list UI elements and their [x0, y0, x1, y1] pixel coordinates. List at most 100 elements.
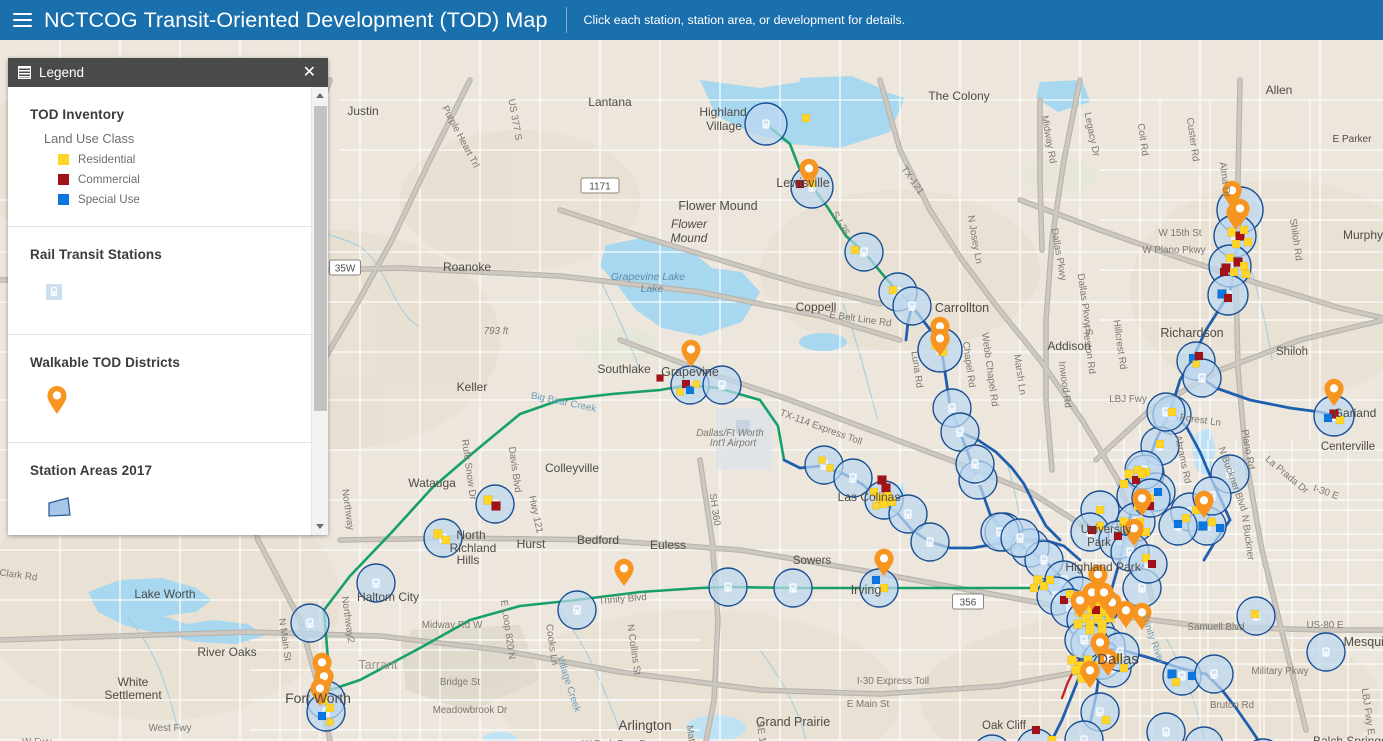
close-icon[interactable]: ✕ — [299, 63, 320, 83]
place-label: Watauga — [408, 476, 456, 490]
tod-parcel-marker[interactable] — [1137, 469, 1147, 479]
legend-group-station-areas-2017: Station Areas 2017 — [8, 442, 311, 535]
legend-panel[interactable]: Legend ✕ TOD Inventory Land Use Class Re… — [8, 58, 328, 535]
tod-parcel-marker[interactable] — [1047, 735, 1057, 741]
road-label: E Main St — [847, 699, 890, 710]
place-label: Grand Prairie — [756, 715, 830, 729]
tod-parcel-marker[interactable] — [1119, 479, 1129, 489]
tod-parcel-marker[interactable] — [1239, 261, 1249, 271]
legend-group-title: Station Areas 2017 — [30, 463, 153, 478]
place-label: Hills — [457, 553, 480, 567]
svg-text:356: 356 — [960, 598, 977, 609]
road-label: Bruton Rd — [1210, 700, 1254, 711]
rail-station-marker[interactable] — [1182, 358, 1222, 398]
rail-station-marker[interactable] — [1000, 518, 1040, 558]
tod-parcel-marker[interactable] — [1031, 725, 1041, 735]
place-label: Lake Worth — [134, 587, 195, 601]
tod-parcel-marker[interactable] — [826, 464, 834, 472]
rail-station-marker[interactable] — [955, 444, 995, 484]
tod-parcel-marker[interactable] — [1073, 619, 1083, 629]
tod-parcel-marker[interactable] — [1194, 351, 1204, 361]
tod-parcel-marker[interactable] — [326, 718, 334, 726]
rail-station-marker[interactable] — [773, 568, 813, 608]
tod-parcel-marker[interactable] — [1207, 517, 1217, 527]
tod-parcel-marker[interactable] — [1167, 407, 1177, 417]
hamburger-icon[interactable] — [0, 0, 44, 40]
tod-parcel-marker[interactable] — [1225, 253, 1235, 263]
tod-parcel-marker[interactable] — [1171, 677, 1181, 687]
tod-parcel-marker[interactable] — [676, 388, 684, 396]
rail-station-marker[interactable] — [844, 232, 884, 272]
road-label: West Fwy — [149, 723, 192, 734]
tod-parcel-marker[interactable] — [483, 495, 493, 505]
place-label: Grapevine Lake — [611, 271, 685, 283]
tod-parcel-marker[interactable] — [1097, 625, 1107, 635]
tod-parcel-marker[interactable] — [1229, 267, 1239, 277]
tod-parcel-marker[interactable] — [1323, 413, 1333, 423]
place-label: North — [456, 528, 485, 542]
tod-parcel-marker[interactable] — [1095, 505, 1105, 515]
tod-parcel-marker[interactable] — [1250, 609, 1260, 619]
scrollbar-track[interactable] — [312, 104, 329, 518]
place-label: E Parker — [1333, 134, 1373, 145]
rail-station-marker[interactable] — [892, 286, 932, 326]
tod-parcel-marker[interactable] — [1215, 523, 1225, 533]
tod-parcel-marker[interactable] — [818, 456, 826, 464]
road-label: W 15th St — [1158, 228, 1201, 239]
place-label: Allen — [1266, 83, 1293, 97]
tod-parcel-marker[interactable] — [1155, 439, 1165, 449]
scroll-thumb[interactable] — [313, 106, 327, 411]
legend-scrollbar[interactable] — [311, 87, 328, 535]
tod-parcel-marker[interactable] — [1147, 559, 1157, 569]
tod-parcel-marker[interactable] — [1241, 269, 1251, 279]
place-label: Oak Cliff — [982, 720, 1027, 732]
tod-parcel-marker[interactable] — [317, 711, 327, 721]
tod-parcel-marker[interactable] — [1101, 715, 1111, 725]
tod-parcel-marker[interactable] — [433, 529, 443, 539]
tod-parcel-marker[interactable] — [888, 285, 898, 295]
tod-parcel-marker[interactable] — [1029, 583, 1039, 593]
highway-shield: 1171 — [580, 177, 620, 194]
tod-parcel-marker[interactable] — [1067, 655, 1077, 665]
place-label: Dallas — [1097, 651, 1139, 668]
rail-station-marker[interactable] — [557, 590, 597, 630]
rail-station-marker[interactable] — [1194, 654, 1234, 694]
rail-station-marker[interactable] — [1146, 392, 1186, 432]
tod-parcel-marker[interactable] — [1085, 625, 1095, 635]
tod-parcel-marker[interactable] — [1045, 575, 1055, 585]
rail-station-icon — [46, 284, 62, 300]
tod-parcel-marker[interactable] — [1167, 669, 1177, 679]
place-label: White — [118, 675, 149, 689]
rail-station-marker[interactable] — [290, 603, 330, 643]
tod-parcel-marker[interactable] — [1219, 267, 1229, 277]
tod-parcel-marker[interactable] — [1231, 239, 1241, 249]
special-use-swatch-icon — [58, 194, 69, 205]
tod-parcel-marker[interactable] — [1153, 487, 1163, 497]
legend-item-residential: Residential — [30, 146, 297, 166]
tod-parcel-marker[interactable] — [1187, 671, 1197, 681]
place-label: Highland Park — [1065, 560, 1141, 574]
tod-parcel-marker[interactable] — [1071, 665, 1081, 675]
tod-parcel-marker[interactable] — [1181, 513, 1191, 523]
legend-group-tod-inventory: TOD Inventory Land Use Class Residential… — [8, 87, 311, 226]
tod-parcel-marker[interactable] — [1223, 293, 1233, 303]
rail-station-marker[interactable] — [744, 102, 788, 146]
scroll-down-arrow[interactable] — [312, 518, 329, 535]
place-label: The Colony — [928, 89, 989, 103]
tod-parcel-marker[interactable] — [801, 113, 811, 123]
tod-parcel-marker[interactable] — [1192, 360, 1200, 368]
rail-station-marker[interactable] — [1306, 632, 1346, 672]
rail-station-marker[interactable] — [910, 522, 950, 562]
tod-parcel-marker[interactable] — [1198, 521, 1208, 531]
tod-parcel-marker[interactable] — [877, 475, 887, 485]
scroll-up-arrow[interactable] — [312, 87, 329, 104]
tod-parcel-marker[interactable] — [1239, 225, 1249, 235]
tod-parcel-marker[interactable] — [491, 501, 501, 511]
tod-parcel-marker[interactable] — [1227, 227, 1237, 237]
tod-parcel-marker[interactable] — [692, 380, 700, 388]
road-label: Military Pkwy — [1251, 666, 1308, 677]
tod-parcel-marker[interactable] — [850, 245, 860, 255]
tod-parcel-marker[interactable] — [1243, 237, 1253, 247]
tod-parcel-marker[interactable] — [1173, 519, 1183, 529]
rail-station-marker[interactable] — [708, 567, 748, 607]
